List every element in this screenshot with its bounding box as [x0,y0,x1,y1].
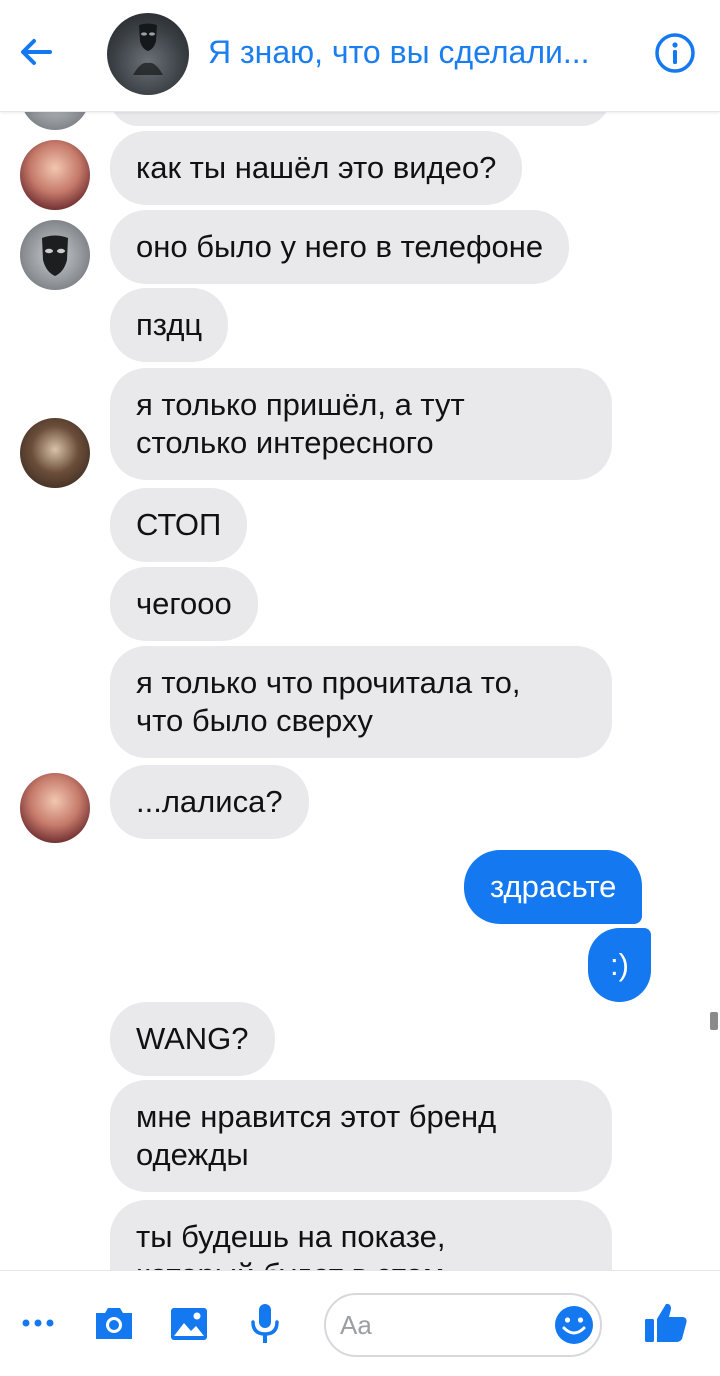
image-icon [171,1308,207,1340]
message-bubble[interactable]: WANG? [110,1002,275,1076]
message-line: ты будешь на показе, [136,1219,446,1254]
message-bubble[interactable]: чегооо [110,567,258,641]
camera-button[interactable] [90,1299,138,1347]
message-line: мне нравится этот бренд [136,1099,497,1134]
camera-icon [96,1308,132,1339]
message-bubble[interactable]: СТОП [110,488,248,562]
message-bubble-outgoing[interactable]: :) [588,928,651,1002]
back-button[interactable] [14,30,58,74]
scrollbar-thumb[interactable] [710,1012,718,1030]
microphone-icon [251,1304,279,1343]
composer-bar [0,1270,720,1376]
emoji-button[interactable] [552,1303,596,1347]
arrow-left-icon [21,39,52,65]
avatar[interactable] [20,773,90,843]
message-input[interactable] [340,1305,540,1345]
message-bubble[interactable]: ты будешь на показе, который будет в это… [110,1200,612,1270]
conversation-header: Я знаю, что вы сделали... [0,0,720,112]
message-bubble[interactable]: я только пришёл, а тут столько интересно… [110,368,612,480]
message-bubble[interactable]: как ты нашёл это видео? [110,131,523,205]
info-icon [655,33,695,73]
message-line: я только пришёл, а тут [136,387,465,422]
message-bubble[interactable]: я только что прочитала то, что было свер… [110,646,612,758]
voice-button[interactable] [241,1299,289,1347]
message-input-box[interactable] [324,1293,602,1357]
more-icon [22,1319,54,1327]
info-button[interactable] [653,31,697,75]
message-list[interactable]: как ты нашёл это видео? оно было у него … [0,0,720,1270]
message-line: который будет в этом [136,1256,586,1270]
avatar[interactable] [20,140,90,210]
like-icon [645,1303,687,1342]
emoji-icon [555,1306,593,1344]
gallery-button[interactable] [165,1299,213,1347]
avatar[interactable] [20,418,90,488]
message-line: одежды [136,1137,249,1172]
mask-icon [42,235,68,276]
message-line: что было сверху [136,703,373,738]
more-button[interactable] [14,1299,62,1347]
message-bubble[interactable]: оно было у него в телефоне [110,210,570,284]
message-line: столько интересного [136,425,434,460]
avatar[interactable] [20,220,90,290]
conversation-title[interactable]: Я знаю, что вы сделали... [208,34,638,71]
message-bubble[interactable]: ...лалиса? [110,765,309,839]
message-bubble-outgoing[interactable]: здрасьте [464,850,643,924]
conversation-avatar[interactable] [107,13,189,95]
like-button[interactable] [642,1299,690,1347]
message-bubble[interactable]: пздц [110,288,229,362]
message-line: я только что прочитала то, [136,665,521,700]
message-bubble[interactable]: мне нравится этот бренд одежды [110,1080,612,1192]
mask-icon [133,23,163,75]
